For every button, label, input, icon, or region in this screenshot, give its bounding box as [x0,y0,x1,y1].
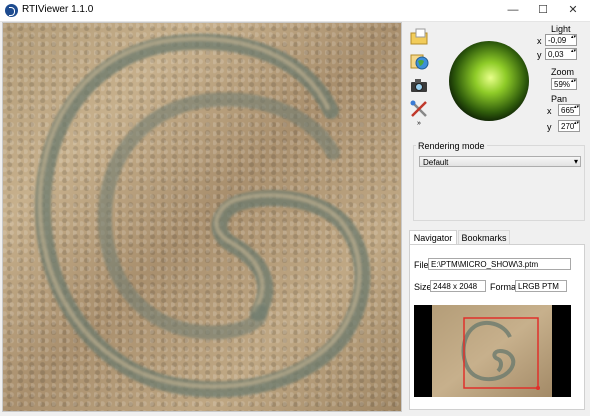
globe-icon[interactable] [409,51,429,71]
light-y-label: y [537,50,542,60]
pan-x-spinbox[interactable]: 665 [558,104,580,116]
rendering-mode-select[interactable]: Default [419,156,581,167]
navigator-thumbnail[interactable] [414,305,571,397]
size-label: Size [414,282,432,292]
tools-icon[interactable] [409,99,429,119]
minimize-button[interactable]: — [498,0,528,21]
pan-y-spinbox[interactable]: 270 [558,120,580,132]
file-label: File [414,260,429,270]
maximize-button[interactable]: ☐ [528,0,558,21]
rti-image-viewport[interactable] [2,22,402,412]
title-bar: RTIViewer 1.1.0 — ☐ ✕ [0,0,590,22]
light-x-label: x [537,36,542,46]
size-field: 2448 x 2048 [430,280,486,292]
window-title: RTIViewer 1.1.0 [22,4,94,15]
open-folder-icon[interactable] [409,27,429,47]
zoom-spinbox[interactable]: 59% [551,78,577,90]
engraved-letter-g-image [34,33,371,398]
light-x-spinbox[interactable]: -0,09 [545,34,577,46]
light-direction-sphere[interactable] [445,37,533,125]
light-y-spinbox[interactable]: 0,03 [545,48,577,60]
file-path-field: E:\PTM\MICRO_SHOW\3.ptm [428,258,571,270]
rendering-mode-label: Rendering mode [416,141,487,151]
tab-bookmarks[interactable]: Bookmarks [458,230,510,244]
control-panel: » Light x -0,09 y 0,03 Zoom 59% Pan x 66… [403,22,590,416]
format-field: LRGB PTM [515,280,567,292]
light-label: Light [551,24,571,34]
pan-label: Pan [551,94,568,104]
camera-icon[interactable] [409,75,429,95]
tab-navigator[interactable]: Navigator [409,230,457,244]
close-button[interactable]: ✕ [558,0,588,21]
pan-y-label: y [547,122,552,132]
pan-x-label: x [547,106,552,116]
zoom-label: Zoom [551,67,575,77]
toolbar-more-chevron-icon[interactable]: » [417,120,421,127]
thumbnail-image [432,305,552,397]
app-logo-icon [5,4,18,17]
